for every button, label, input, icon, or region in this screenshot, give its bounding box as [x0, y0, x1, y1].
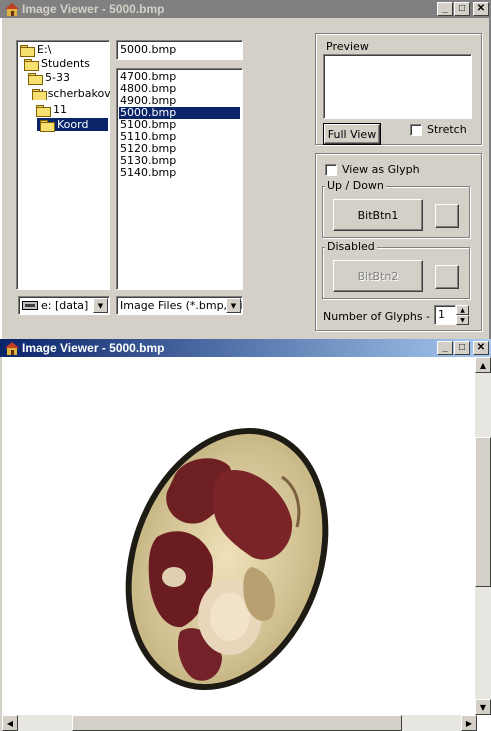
bitbtn1-button[interactable]: BitBtn1 [333, 199, 423, 231]
directory-list[interactable]: E:\ Students 5-33 shscherbakov 11 Koord [16, 40, 110, 290]
horizontal-scroll-thumb[interactable] [72, 715, 402, 731]
preview-label: Preview [326, 40, 369, 53]
dir-label: 5-33 [45, 71, 70, 84]
bitbtn2-label: BitBtn2 [357, 269, 399, 283]
dir-item[interactable]: Students [24, 57, 91, 71]
folder-open-icon [28, 72, 43, 85]
window2-titlebar[interactable]: Image Viewer - 5000.bmp _ □ ✕ [0, 339, 491, 357]
scroll-up-icon[interactable]: ▲ [475, 357, 491, 373]
folder-open-icon [40, 119, 55, 132]
bitbtn1-label: BitBtn1 [357, 208, 399, 222]
filter-combobox[interactable]: Image Files (*.bmp, *.ico ▼ [116, 296, 243, 315]
maximize-icon: □ [458, 3, 466, 14]
window1-titlebar[interactable]: Image Viewer - 5000.bmp _ □ ✕ [0, 0, 491, 18]
bitbtn2-button: BitBtn2 [333, 260, 423, 292]
dir-item[interactable]: E:\ [20, 43, 52, 57]
maximize-button[interactable]: □ [454, 341, 470, 355]
scroll-right-icon[interactable]: ▶ [461, 715, 477, 731]
chevron-down-icon[interactable]: ▼ [226, 298, 241, 313]
maximize-button[interactable]: □ [454, 2, 470, 16]
glyph-count-label: Number of Glyphs - [323, 310, 431, 323]
drive-value: e: [data] [41, 299, 89, 312]
scroll-left-icon[interactable]: ◀ [2, 715, 18, 731]
folder-open-icon [24, 58, 39, 71]
image-view-window: ▲ ▼ ◀ ▶ [0, 357, 491, 731]
folder-open-icon [20, 44, 35, 57]
cross-section-image [122, 417, 332, 700]
updown-label: Up / Down [325, 179, 386, 192]
window2-title: Image Viewer - 5000.bmp [22, 341, 165, 355]
stretch-checkbox[interactable]: Stretch [410, 123, 467, 136]
dir-label: Students [41, 57, 91, 70]
view-as-glyph-checkbox[interactable]: View as Glyph [325, 163, 420, 176]
minimize-icon: _ [442, 342, 448, 353]
file-item[interactable]: 5140.bmp [119, 167, 240, 179]
filename-input[interactable]: 5000.bmp [116, 40, 243, 60]
maximize-icon: □ [458, 342, 466, 353]
close-button[interactable]: ✕ [473, 2, 489, 16]
glyph-count-spinner[interactable]: ▲ ▼ [456, 305, 469, 325]
dir-item[interactable]: 5-33 [28, 71, 70, 85]
close-icon: ✕ [476, 3, 486, 14]
file-list[interactable]: 4700.bmp 4800.bmp 4900.bmp 5000.bmp 5100… [116, 68, 243, 290]
dir-label: E:\ [37, 43, 52, 56]
speed-button-2 [435, 265, 459, 289]
full-view-button[interactable]: Full View [323, 123, 381, 145]
glyph-count-input[interactable]: 1 [434, 305, 456, 325]
dir-item[interactable]: shscherbakov [32, 87, 110, 100]
stretch-label: Stretch [427, 123, 467, 136]
disabled-label: Disabled [325, 240, 377, 253]
dir-item[interactable]: 11 [36, 103, 67, 117]
checkbox-box[interactable] [325, 163, 337, 176]
minimize-button[interactable]: _ [437, 2, 453, 16]
dir-label: 11 [53, 103, 67, 116]
chevron-down-icon[interactable]: ▼ [93, 298, 108, 313]
vertical-scroll-thumb[interactable] [475, 437, 491, 587]
horizontal-scrollbar[interactable]: ◀ ▶ [2, 715, 477, 731]
view-as-glyph-label: View as Glyph [342, 163, 420, 176]
folder-open-icon [36, 104, 51, 117]
speed-button-1[interactable] [435, 204, 459, 228]
filter-value: Image Files (*.bmp, *.ico [120, 299, 243, 312]
minimize-icon: _ [442, 3, 448, 14]
spin-up-icon[interactable]: ▲ [456, 305, 469, 315]
window1-title: Image Viewer - 5000.bmp [22, 2, 165, 16]
vertical-scrollbar[interactable]: ▲ ▼ [475, 357, 491, 715]
close-icon: ✕ [476, 342, 486, 353]
minimize-button[interactable]: _ [437, 341, 453, 355]
preview-image [323, 54, 472, 119]
dir-label: Koord [57, 118, 89, 131]
drive-icon [22, 301, 38, 310]
window1-body: E:\ Students 5-33 shscherbakov 11 Koord … [0, 18, 491, 339]
spin-down-icon[interactable]: ▼ [456, 315, 469, 325]
dir-item-selected[interactable]: Koord [37, 118, 108, 132]
close-button[interactable]: ✕ [473, 341, 489, 355]
checkbox-box[interactable] [410, 123, 422, 136]
app-house-icon [4, 2, 20, 16]
full-view-label: Full View [327, 127, 377, 141]
app-house-icon [4, 341, 20, 355]
scroll-down-icon[interactable]: ▼ [475, 699, 491, 715]
drive-combobox[interactable]: e: [data] ▼ [18, 296, 110, 315]
